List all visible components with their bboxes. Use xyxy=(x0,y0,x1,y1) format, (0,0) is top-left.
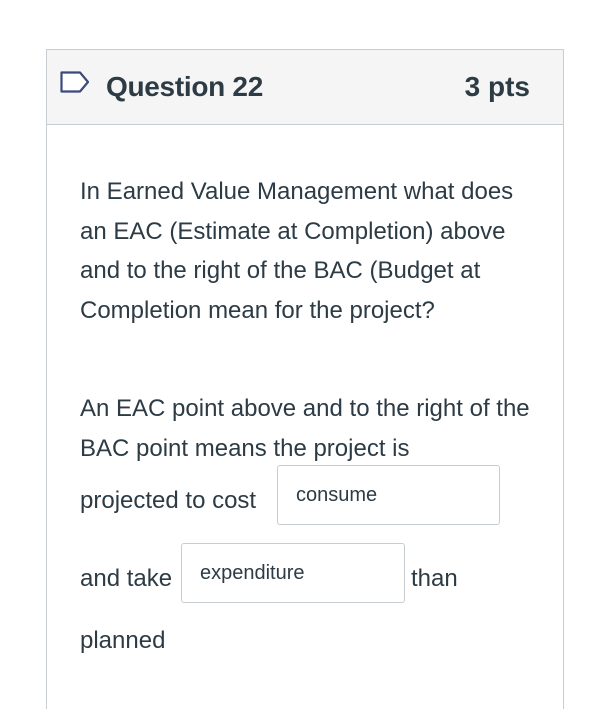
segment-than: than xyxy=(411,565,458,592)
blank-1-input[interactable] xyxy=(277,465,500,525)
question-header: Question 22 3 pts xyxy=(47,50,563,125)
segment-projected-to-cost: projected to cost xyxy=(80,487,257,514)
answer-intro-text: An EAC point above and to the right of t… xyxy=(80,395,530,462)
bookmark-flag-icon[interactable] xyxy=(60,71,90,93)
question-prompt: In Earned Value Management what does an … xyxy=(80,178,514,324)
question-title: Question 22 xyxy=(106,71,263,102)
question-points: 3 pts xyxy=(464,71,530,102)
segment-and-take: and take xyxy=(80,565,173,592)
segment-planned: planned xyxy=(80,627,166,654)
blank-2-input[interactable] xyxy=(181,543,405,603)
question-card: Question 22 3 pts xyxy=(46,49,564,709)
